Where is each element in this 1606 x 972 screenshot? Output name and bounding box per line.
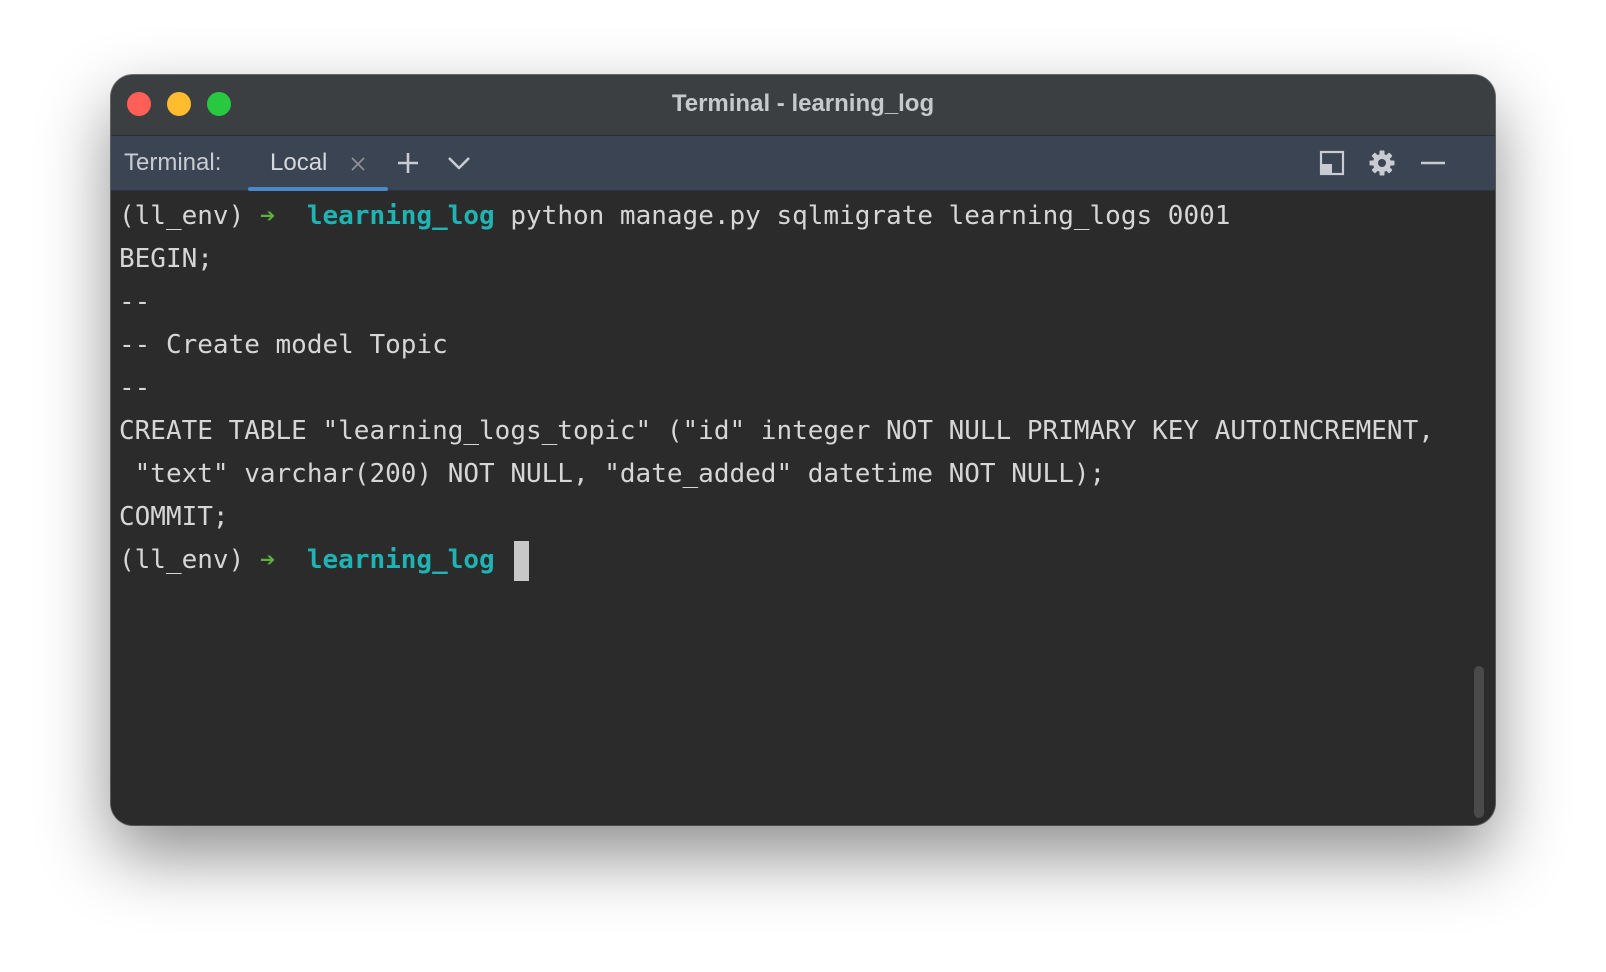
prompt-directory: learning_log bbox=[306, 545, 495, 575]
window-title: Terminal - learning_log bbox=[671, 90, 935, 117]
plus-icon[interactable] bbox=[394, 149, 422, 177]
vertical-scrollbar[interactable] bbox=[1474, 666, 1484, 818]
prompt-env: (ll_env) bbox=[119, 545, 245, 575]
minimize-icon[interactable] bbox=[1419, 149, 1447, 177]
tab-local-label: Local bbox=[270, 149, 328, 176]
current-prompt-line[interactable]: (ll_env) ➔ learning_log bbox=[119, 538, 530, 582]
prompt-directory: learning_log bbox=[306, 201, 495, 231]
prompt-arrow-icon: ➔ bbox=[259, 201, 276, 231]
output-line: BEGIN; bbox=[119, 244, 213, 274]
output-line: "text" varchar(200) NOT NULL, "date_adde… bbox=[119, 459, 1106, 489]
command-text: python manage.py sqlmigrate learning_log… bbox=[510, 201, 1231, 231]
chevron-down-icon[interactable] bbox=[445, 149, 473, 177]
tab-local[interactable]: Local bbox=[248, 136, 388, 191]
prompt-env: (ll_env) bbox=[119, 201, 245, 231]
output-line: -- bbox=[119, 373, 151, 403]
output-line: -- Create model Topic bbox=[119, 330, 448, 360]
terminal-toolbar: Terminal: Local bbox=[111, 136, 1495, 191]
text-cursor bbox=[514, 540, 530, 581]
output-line: -- bbox=[119, 287, 151, 317]
title-bar: Terminal - learning_log bbox=[111, 75, 1495, 136]
layout-icon[interactable] bbox=[1318, 149, 1346, 177]
prompt-arrow-icon: ➔ bbox=[259, 545, 276, 575]
terminal-label: Terminal: bbox=[124, 149, 222, 176]
output-line: COMMIT; bbox=[119, 502, 229, 532]
terminal-window: Terminal - learning_log Terminal: Local bbox=[111, 75, 1495, 825]
terminal-output[interactable]: (ll_env) ➔ learning_log python manage.py… bbox=[111, 191, 1495, 825]
output-line: CREATE TABLE "learning_logs_topic" ("id"… bbox=[119, 416, 1434, 446]
close-icon[interactable] bbox=[349, 155, 367, 173]
command-line: (ll_env) ➔ learning_log python manage.py… bbox=[119, 194, 1230, 238]
gear-icon[interactable] bbox=[1368, 149, 1396, 177]
